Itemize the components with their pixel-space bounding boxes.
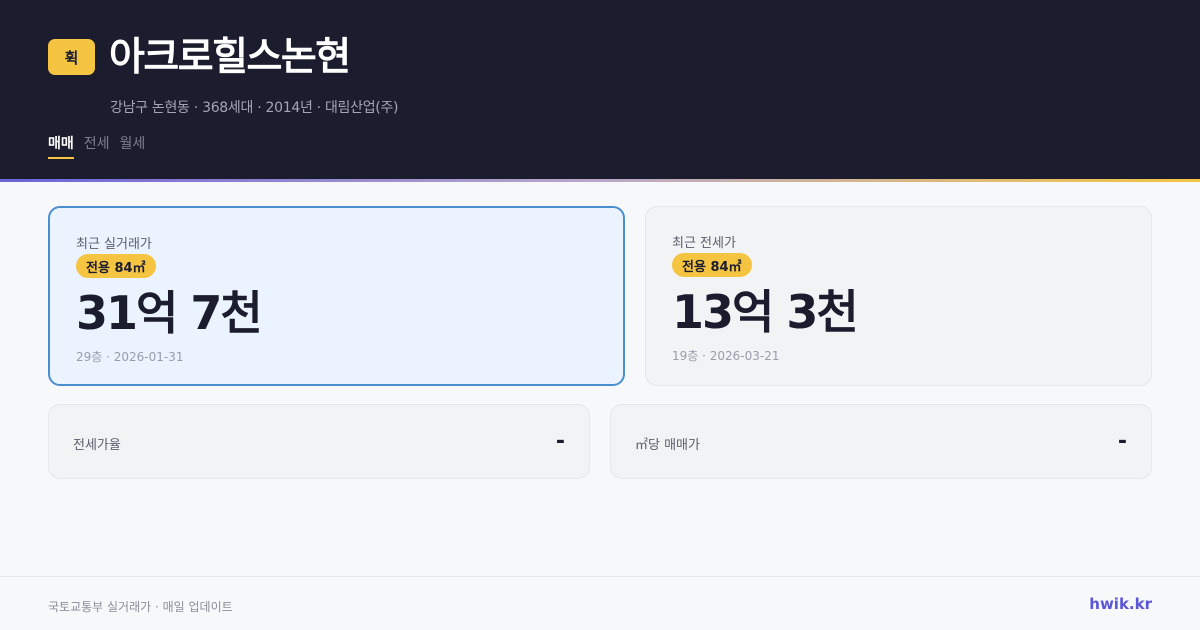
card-label: 최근 실거래가	[76, 237, 152, 252]
apartment-summary: 강남구 논현동 · 368세대 · 2014년 · 대림산업(주)	[110, 100, 399, 116]
page-title: 아크로힐스논현	[109, 35, 351, 80]
jeonse-meta: 19층 · 2026-03-21	[672, 349, 780, 363]
area-badge: 전용 84㎡	[76, 254, 156, 278]
price-per-m2-value: -	[1117, 429, 1127, 454]
data-source-note: 국토교통부 실거래가 · 매일 업데이트	[48, 600, 233, 614]
tab-sale[interactable]: 매매	[48, 133, 74, 159]
area-badge: 전용 84㎡	[672, 253, 752, 277]
tab-jeonse[interactable]: 전세	[84, 133, 110, 159]
tab-monthly-rent[interactable]: 월세	[120, 133, 146, 159]
jeonse-price: 13억 3천	[672, 285, 859, 339]
header: 휙 아크로힐스논현 강남구 논현동 · 368세대 · 2014년 · 대림산업…	[0, 0, 1200, 179]
stat-label: 전세가율	[73, 438, 121, 453]
recent-jeonse-card: 최근 전세가 전용 84㎡ 13억 3천 19층 · 2026-03-21	[645, 206, 1152, 386]
jeonse-ratio-value: -	[555, 429, 565, 454]
sale-meta: 29층 · 2026-01-31	[76, 350, 184, 364]
recent-sale-card: 최근 실거래가 전용 84㎡ 31억 7천 29층 · 2026-01-31	[48, 206, 625, 386]
stat-label: ㎡당 매매가	[635, 438, 700, 453]
price-per-m2-card: ㎡당 매매가 -	[610, 404, 1152, 479]
footer: 국토교통부 실거래가 · 매일 업데이트 hwik.kr	[0, 576, 1200, 630]
logo-badge[interactable]: 휙	[48, 39, 95, 75]
deal-type-tabs: 매매 전세 월세	[48, 133, 145, 159]
card-label: 최근 전세가	[672, 236, 736, 251]
jeonse-ratio-card: 전세가율 -	[48, 404, 590, 479]
accent-divider	[0, 179, 1200, 182]
brand-link[interactable]: hwik.kr	[1089, 595, 1152, 613]
sale-price: 31억 7천	[76, 286, 263, 340]
